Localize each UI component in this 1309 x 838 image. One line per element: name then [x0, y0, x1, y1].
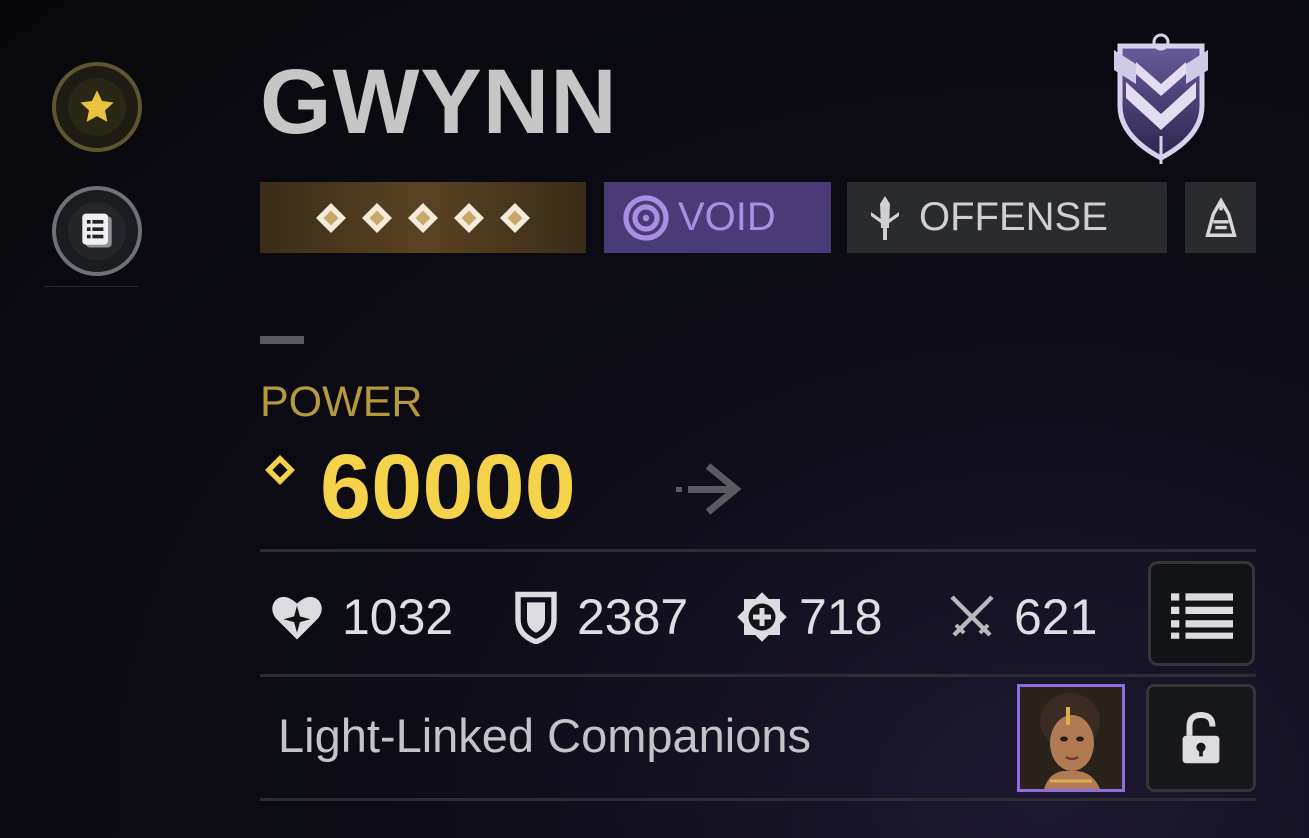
rank-crest-icon[interactable]: [1106, 28, 1216, 166]
speed-icon: [737, 592, 787, 642]
defense-shield-icon: [515, 591, 557, 644]
faction-badge[interactable]: [1185, 182, 1256, 253]
companion-avatar-icon: [1020, 687, 1122, 789]
rarity-star-icon: [408, 202, 438, 233]
rarity-star-icon: [362, 202, 392, 233]
sidebar-divider: [44, 286, 139, 287]
attack-swords-icon: [950, 595, 994, 637]
stat-attack-value: 621: [1014, 589, 1098, 645]
list-icon: [1170, 592, 1233, 639]
rarity-star-icon: [316, 202, 346, 233]
rarity-badge: [260, 182, 586, 253]
lock-icon: [1182, 712, 1220, 764]
divider: [260, 549, 1256, 552]
arrow-right-icon[interactable]: [672, 458, 744, 520]
stat-defense-value: 2387: [577, 589, 689, 645]
favorite-button[interactable]: [52, 62, 142, 152]
companion-portrait[interactable]: [1017, 684, 1125, 792]
faction-emblem-icon: [1204, 196, 1237, 237]
stat-attack: 621: [948, 588, 1097, 646]
power-label: POWER: [260, 378, 423, 426]
stat-defense: 2387: [513, 588, 688, 646]
stats-details-button[interactable]: [1148, 561, 1255, 666]
notes-button[interactable]: [52, 186, 142, 276]
stat-health: 1032: [270, 588, 453, 646]
rarity-star-icon: [500, 202, 530, 233]
role-label: OFFENSE: [919, 195, 1108, 239]
stat-health-value: 1032: [342, 589, 454, 645]
divider: [260, 674, 1256, 677]
stat-speed-value: 718: [799, 589, 883, 645]
power-value: 60000: [320, 436, 576, 538]
companions-label: Light-Linked Companions: [278, 709, 811, 762]
power-gem-icon: [265, 455, 295, 485]
stat-speed: 718: [735, 588, 882, 646]
notes-icon: [82, 213, 112, 248]
rarity-star-icon: [454, 202, 484, 233]
divider-dash: [260, 336, 304, 344]
role-badge[interactable]: OFFENSE: [847, 182, 1167, 253]
void-swirl-icon: [623, 194, 669, 241]
hero-name: GWYNN: [260, 51, 618, 153]
element-badge[interactable]: VOID: [604, 182, 831, 253]
sword-icon: [871, 195, 899, 240]
companion-lock-button[interactable]: [1146, 684, 1256, 792]
star-icon: [80, 90, 114, 122]
divider: [260, 798, 1256, 801]
health-heart-icon: [272, 596, 322, 640]
element-label: VOID: [678, 195, 776, 239]
